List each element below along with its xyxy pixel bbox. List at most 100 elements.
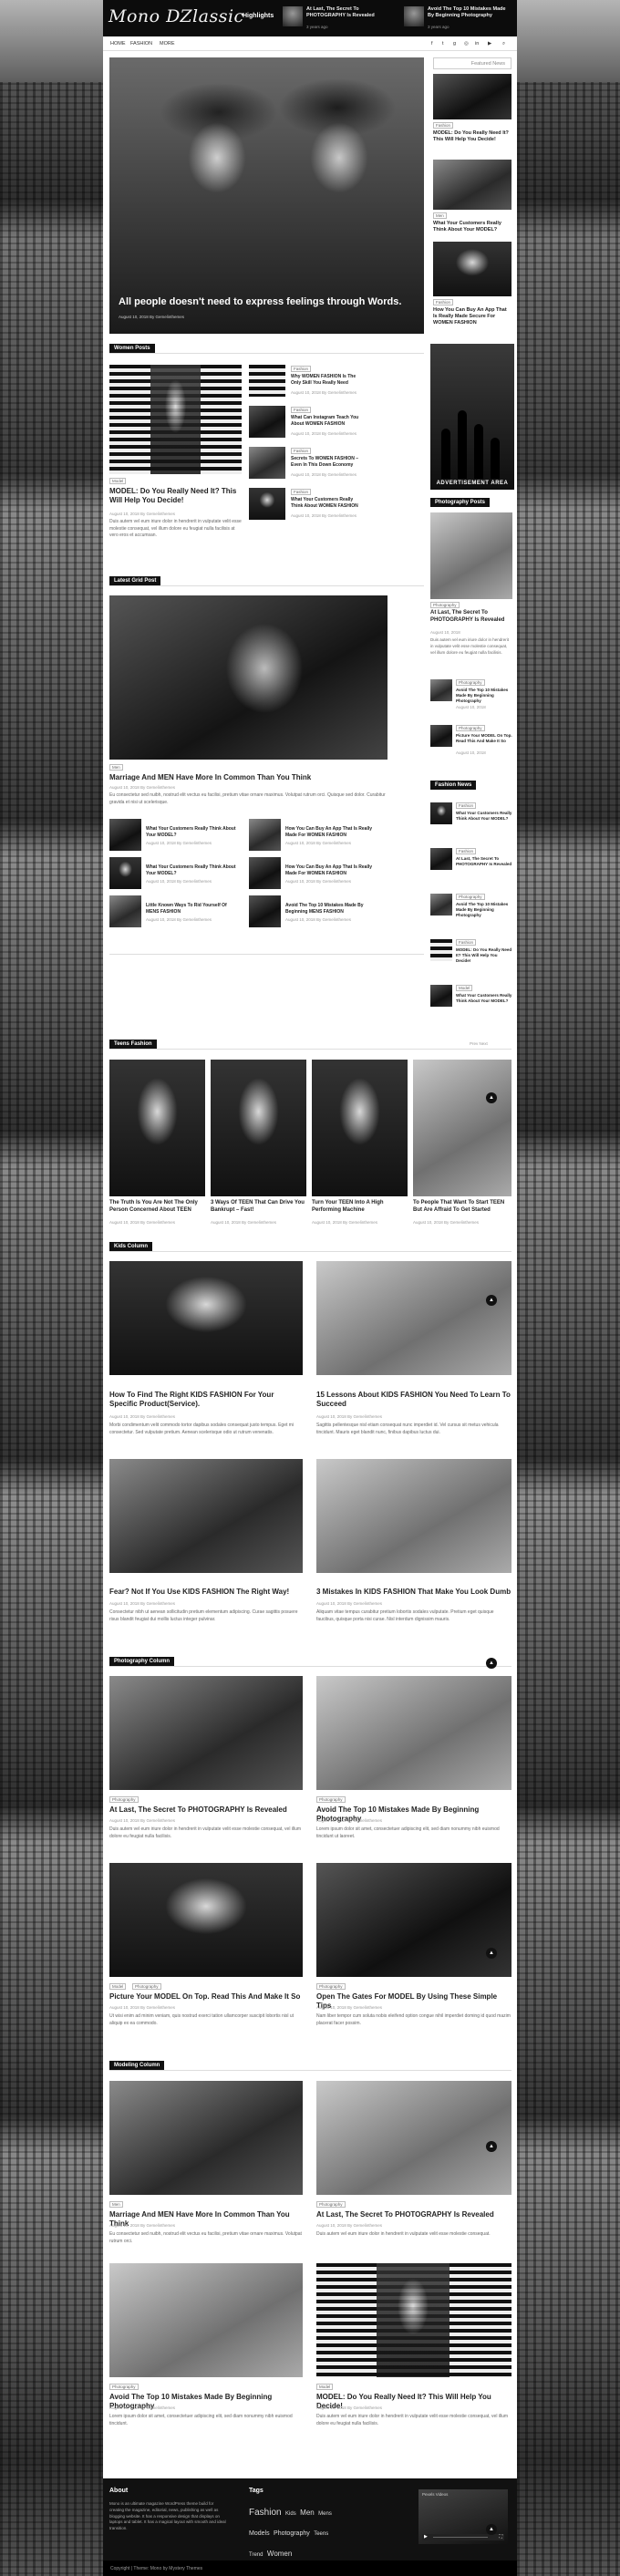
women-main-title[interactable]: MODEL: Do You Really Need It? This Will … <box>109 487 242 506</box>
fashion-news-title[interactable]: What Your Customers Really Think About Y… <box>456 811 512 822</box>
youtube-icon[interactable]: ▶ <box>488 41 491 47</box>
sidebar-thumb[interactable] <box>433 74 512 119</box>
carousel-nav[interactable]: Prev Next <box>470 1041 488 1046</box>
photo-main-title[interactable]: At Last, The Secret To PHOTOGRAPHY Is Re… <box>430 610 512 625</box>
fashion-news-thumb[interactable] <box>430 939 452 961</box>
highlight-title[interactable]: At Last, The Secret To PHOTOGRAPHY Is Re… <box>306 6 392 19</box>
fashion-news-thumb[interactable] <box>430 985 452 1007</box>
teen-title[interactable]: Turn Your TEEN Into A High Performing Ma… <box>312 1200 408 1215</box>
latest-grid-thumb[interactable] <box>249 895 281 927</box>
post-tag[interactable]: Men <box>433 212 447 219</box>
advertisement-banner[interactable]: ADVERTISEMENT AREA <box>430 344 514 490</box>
sidebar-post-title[interactable]: What Your Customers Really Think About Y… <box>433 221 512 233</box>
women-list-title[interactable]: What Your Customers Really Think About W… <box>291 497 364 509</box>
googleplus-icon[interactable]: g <box>453 41 456 47</box>
facebook-icon[interactable]: f <box>431 41 433 47</box>
tag-link[interactable]: Women <box>267 2550 292 2558</box>
instagram-icon[interactable]: ◎ <box>464 41 469 47</box>
post-tag[interactable]: Photography <box>109 2384 139 2390</box>
post-tag[interactable]: Model <box>109 478 127 484</box>
post-tag[interactable]: Photography <box>456 725 485 731</box>
highlight-item[interactable]: Avoid The Top 10 Mistakes Made By Beginn… <box>404 5 513 32</box>
nav-item-more[interactable]: MORE <box>160 41 175 47</box>
post-tag[interactable]: Fashion <box>291 448 312 454</box>
latest-main-image[interactable] <box>109 595 388 760</box>
post-tag[interactable]: Fashion <box>456 939 477 946</box>
tag-link[interactable]: Kids <box>285 2511 296 2517</box>
latest-grid-title[interactable]: What Your Customers Really Think About Y… <box>146 826 237 838</box>
modeling-image[interactable] <box>316 2081 512 2195</box>
modeling-image[interactable] <box>109 2081 303 2195</box>
post-tag[interactable]: Photography <box>109 1796 139 1803</box>
women-list-title[interactable]: Why WOMEN FASHION Is The Only Skill You … <box>291 374 364 386</box>
nav-item-fashion[interactable]: FASHION <box>130 41 152 47</box>
hero-slide[interactable]: All people doesn't need to express feeli… <box>109 57 424 334</box>
photo-list-title[interactable]: Picture Your MODEL On Top. Read This And… <box>456 733 512 744</box>
latest-grid-title[interactable]: Avoid The Top 10 Mistakes Made By Beginn… <box>285 903 377 915</box>
post-tag[interactable]: Model <box>316 2384 334 2390</box>
highlight-title[interactable]: Avoid The Top 10 Mistakes Made By Beginn… <box>428 6 513 19</box>
post-tag[interactable]: Photography <box>132 1983 161 1990</box>
women-list-title[interactable]: Secrets To WOMEN FASHION – Even In This … <box>291 456 364 468</box>
latest-grid-thumb[interactable] <box>109 819 141 851</box>
fashion-news-thumb[interactable] <box>430 848 452 870</box>
post-tag[interactable]: Fashion <box>456 848 477 854</box>
modeling-image[interactable] <box>109 2263 303 2377</box>
kids-title[interactable]: 15 Lessons About KIDS FASHION You Need T… <box>316 1391 512 1410</box>
teen-image[interactable] <box>109 1060 205 1196</box>
fashion-news-title[interactable]: MODEL: Do You Really Need It? This Will … <box>456 947 512 964</box>
women-list-thumb[interactable] <box>249 406 285 438</box>
post-tag[interactable]: Men <box>109 764 123 771</box>
post-tag[interactable]: Model <box>109 1983 127 1990</box>
women-list-title[interactable]: What Can Instagram Teach You About WOMEN… <box>291 415 364 427</box>
scroll-up-icon[interactable]: ▲ <box>486 2141 497 2152</box>
scroll-up-icon[interactable]: ▲ <box>486 2524 497 2535</box>
tag-link[interactable]: Teens <box>314 2531 328 2537</box>
post-tag[interactable]: Fashion <box>291 489 312 495</box>
fashion-news-title[interactable]: At Last, The Secret To PHOTOGRAPHY Is Re… <box>456 856 512 867</box>
latest-grid-thumb[interactable] <box>249 819 281 851</box>
sidebar-post-title[interactable]: How You Can Buy An App That Is Really Ma… <box>433 307 512 326</box>
photo-col-title[interactable]: Picture Your MODEL On Top. Read This And… <box>109 1992 303 2002</box>
post-tag[interactable]: Photography <box>316 1796 346 1803</box>
teen-title[interactable]: To People That Want To Start TEEN But Ar… <box>413 1200 512 1215</box>
featured-news-box[interactable]: Featured News <box>433 57 512 69</box>
video-controls[interactable]: ▶ ⛶ <box>422 2534 504 2540</box>
photo-col-image[interactable] <box>109 1676 303 1790</box>
fashion-news-thumb[interactable] <box>430 802 452 824</box>
kids-image[interactable] <box>316 1459 512 1573</box>
photo-list-thumb[interactable] <box>430 679 452 701</box>
post-tag[interactable]: Photography <box>456 894 485 900</box>
post-tag[interactable]: Photography <box>316 1983 346 1990</box>
photo-col-image[interactable] <box>316 1676 512 1790</box>
footer-video[interactable]: Pexels Videos ▶ ⛶ <box>418 2489 508 2544</box>
scroll-up-icon[interactable]: ▲ <box>486 1948 497 1959</box>
sidebar-thumb[interactable] <box>433 242 512 296</box>
teen-title[interactable]: The Truth Is You Are Not The Only Person… <box>109 1200 205 1215</box>
video-progress[interactable] <box>433 2537 488 2538</box>
post-tag[interactable]: Men <box>109 2201 123 2208</box>
fashion-news-thumb[interactable] <box>430 894 452 916</box>
kids-image[interactable] <box>109 1459 303 1573</box>
post-tag[interactable]: Fashion <box>291 366 312 372</box>
highlight-item[interactable]: At Last, The Secret To PHOTOGRAPHY Is Re… <box>283 5 392 32</box>
kids-title[interactable]: 3 Mistakes In KIDS FASHION That Make You… <box>316 1588 512 1597</box>
women-list-thumb[interactable] <box>249 365 285 397</box>
play-icon[interactable]: ▶ <box>424 2534 428 2540</box>
kids-title[interactable]: How To Find The Right KIDS FASHION For Y… <box>109 1391 303 1410</box>
teen-title[interactable]: 3 Ways Of TEEN That Can Drive You Bankru… <box>211 1200 306 1215</box>
tag-link[interactable]: Trend <box>249 2552 263 2558</box>
scroll-up-icon[interactable]: ▲ <box>486 1092 497 1103</box>
tag-link[interactable]: Mens <box>318 2511 332 2517</box>
teen-image[interactable] <box>413 1060 512 1196</box>
post-tag[interactable]: Photography <box>430 602 460 608</box>
latest-grid-thumb[interactable] <box>249 857 281 889</box>
tag-link[interactable]: Photography <box>274 2530 310 2537</box>
post-tag[interactable]: Fashion <box>291 407 312 413</box>
sidebar-thumb[interactable] <box>433 160 512 210</box>
scroll-up-icon[interactable]: ▲ <box>486 1295 497 1306</box>
post-tag[interactable]: Fashion <box>433 122 454 129</box>
fullscreen-icon[interactable]: ⛶ <box>499 2534 502 2540</box>
modeling-title[interactable]: At Last, The Secret To PHOTOGRAPHY Is Re… <box>316 2210 512 2219</box>
women-list-thumb[interactable] <box>249 488 285 520</box>
